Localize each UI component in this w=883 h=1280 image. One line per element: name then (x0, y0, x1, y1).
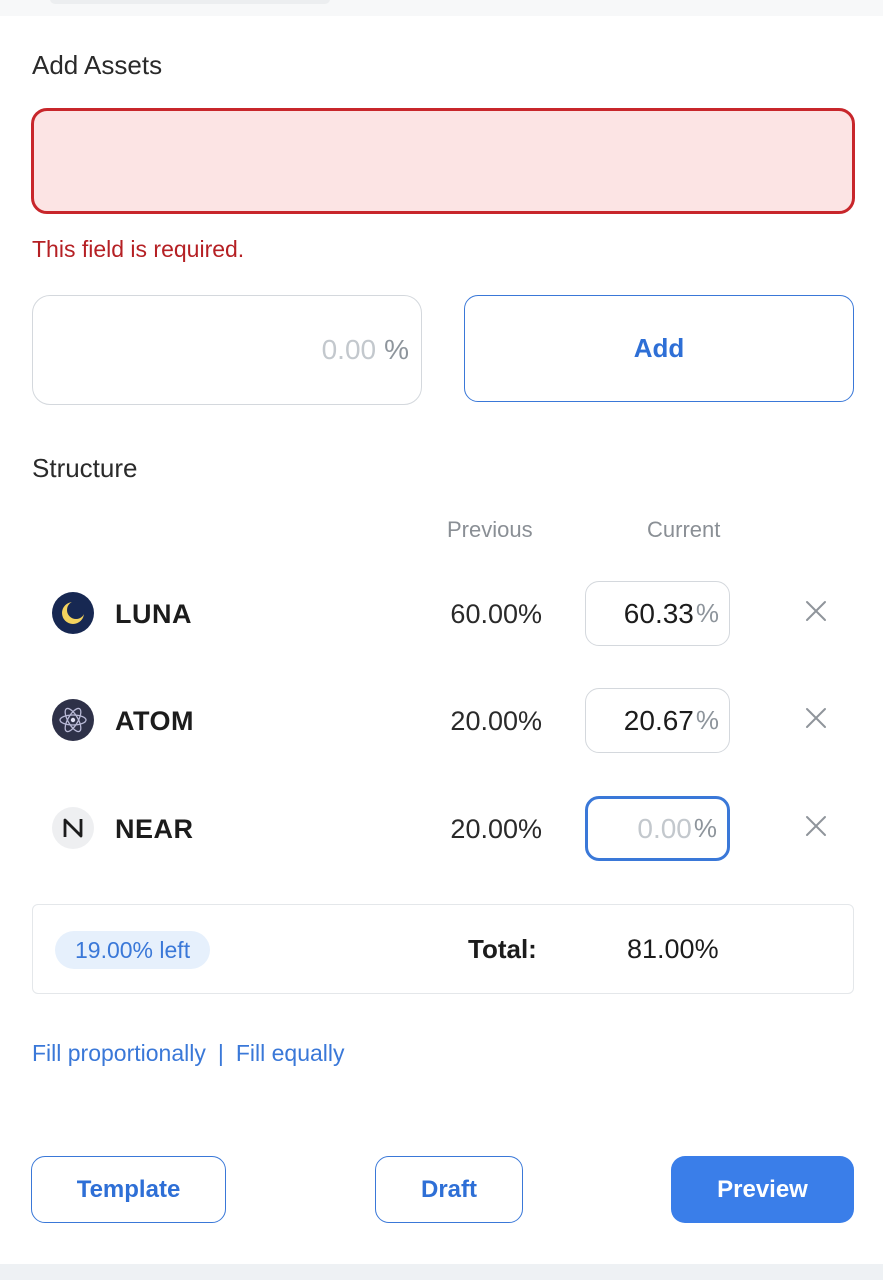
remaining-badge: 19.00% left (55, 931, 211, 969)
total-summary: 19.00% left Total: 81.00% (32, 904, 854, 994)
close-icon[interactable] (802, 812, 830, 840)
preview-button[interactable]: Preview (671, 1156, 854, 1223)
top-strip (0, 0, 883, 16)
previous-value: 20.00% (450, 814, 542, 844)
fill-links: Fill proportionally | Fill equally (32, 1040, 345, 1067)
template-button[interactable]: Template (31, 1156, 226, 1223)
current-input[interactable]: 20.67 % (585, 688, 730, 753)
asset-name: NEAR (115, 814, 194, 844)
percent-input[interactable]: 0.00 % (32, 295, 422, 405)
current-input[interactable]: 60.33 % (585, 581, 730, 646)
close-icon[interactable] (802, 597, 830, 625)
atom-icon (52, 699, 94, 741)
total-value: 81.00% (627, 934, 719, 964)
current-value: 60.33 (623, 597, 694, 629)
current-unit: % (695, 705, 719, 735)
add-assets-label: Add Assets (32, 50, 163, 80)
asset-row-luna: LUNA 60.00% 60.33 % (0, 579, 883, 649)
current-placeholder: 0.00 (637, 812, 692, 844)
top-handle (50, 0, 330, 4)
link-separator: | (217, 1040, 224, 1066)
total-label: Total: (468, 934, 537, 964)
draft-button[interactable]: Draft (375, 1156, 523, 1223)
current-value: 20.67 (623, 704, 694, 736)
current-input[interactable]: 0.00 % (585, 796, 730, 861)
add-assets-input[interactable] (31, 108, 855, 214)
structure-label: Structure (32, 453, 138, 483)
asset-name: LUNA (115, 599, 192, 629)
current-unit: % (693, 813, 717, 843)
percent-placeholder: 0.00 (321, 334, 377, 365)
luna-icon (52, 592, 94, 634)
column-previous: Previous (447, 517, 533, 542)
previous-value: 20.00% (450, 706, 542, 736)
close-icon[interactable] (802, 704, 830, 732)
column-current: Current (647, 517, 721, 542)
bottom-strip (0, 1264, 883, 1280)
add-button[interactable]: Add (464, 295, 854, 402)
required-error: This field is required. (32, 236, 245, 262)
near-icon (52, 807, 94, 849)
percent-unit: % (384, 334, 409, 365)
fill-equally-link[interactable]: Fill equally (236, 1040, 345, 1067)
asset-row-atom: ATOM 20.00% 20.67 % (0, 686, 883, 756)
asset-row-near: NEAR 20.00% 0.00 % (0, 794, 883, 864)
current-unit: % (695, 598, 719, 628)
asset-name: ATOM (115, 706, 194, 736)
previous-value: 60.00% (450, 599, 542, 629)
fill-proportionally-link[interactable]: Fill proportionally (32, 1040, 206, 1067)
